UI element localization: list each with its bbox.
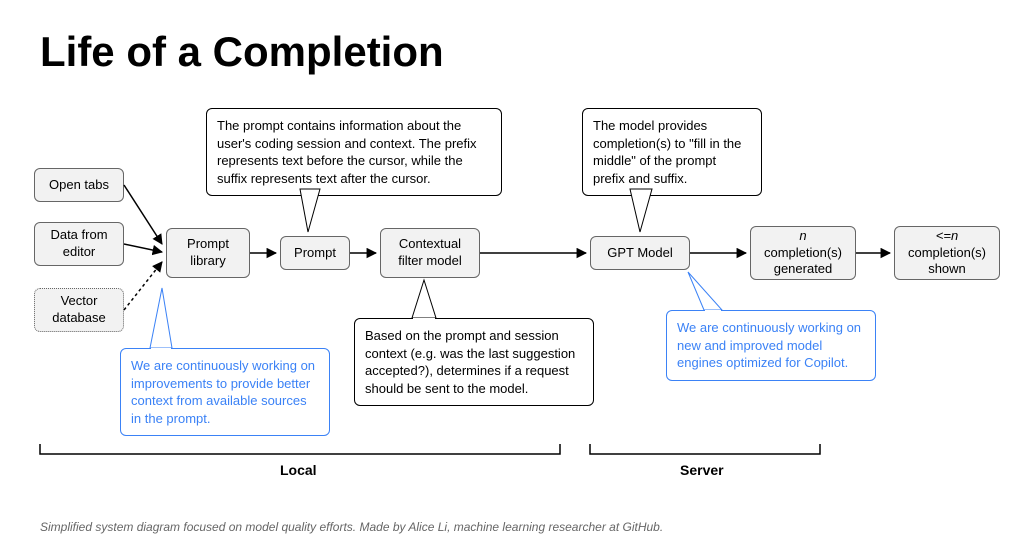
callout-text: We are continuously working on new and i… bbox=[677, 320, 861, 370]
le-n-italic: <=n bbox=[936, 228, 958, 243]
node-label: Prompt library bbox=[175, 236, 241, 270]
node-vector-database: Vector database bbox=[34, 288, 124, 332]
node-label: Contextual filter model bbox=[389, 236, 471, 270]
node-contextual-filter: Contextual filter model bbox=[380, 228, 480, 278]
node-label: <=n completion(s) shown bbox=[903, 228, 991, 279]
caption: Simplified system diagram focused on mod… bbox=[40, 520, 663, 534]
node-gpt-model: GPT Model bbox=[590, 236, 690, 270]
node-label: Prompt bbox=[294, 245, 336, 262]
page-title: Life of a Completion bbox=[40, 28, 444, 76]
node-n-shown: <=n completion(s) shown bbox=[894, 226, 1000, 280]
node-label: Vector database bbox=[43, 293, 115, 327]
node-label: GPT Model bbox=[607, 245, 673, 262]
n-rest: completion(s) generated bbox=[764, 245, 842, 277]
node-label: Open tabs bbox=[49, 177, 109, 194]
le-n-rest: completion(s) shown bbox=[908, 245, 986, 277]
node-prompt: Prompt bbox=[280, 236, 350, 270]
node-label: Data from editor bbox=[43, 227, 115, 261]
callout-text: Based on the prompt and session context … bbox=[365, 328, 575, 396]
node-n-generated: n completion(s) generated bbox=[750, 226, 856, 280]
callout-prompt-info: The prompt contains information about th… bbox=[206, 108, 502, 196]
n-italic: n bbox=[799, 228, 806, 243]
section-server: Server bbox=[680, 462, 724, 478]
callout-improve-context: We are continuously working on improveme… bbox=[120, 348, 330, 436]
diagram-overlay bbox=[0, 0, 1024, 557]
callout-model-info: The model provides completion(s) to "fil… bbox=[582, 108, 762, 196]
node-label: n completion(s) generated bbox=[759, 228, 847, 279]
callout-engines-info: We are continuously working on new and i… bbox=[666, 310, 876, 381]
node-data-from-editor: Data from editor bbox=[34, 222, 124, 266]
node-open-tabs: Open tabs bbox=[34, 168, 124, 202]
callout-text: The model provides completion(s) to "fil… bbox=[593, 118, 741, 186]
section-local: Local bbox=[280, 462, 317, 478]
callout-filter-info: Based on the prompt and session context … bbox=[354, 318, 594, 406]
node-prompt-library: Prompt library bbox=[166, 228, 250, 278]
callout-text: We are continuously working on improveme… bbox=[131, 358, 315, 426]
callout-text: The prompt contains information about th… bbox=[217, 118, 477, 186]
